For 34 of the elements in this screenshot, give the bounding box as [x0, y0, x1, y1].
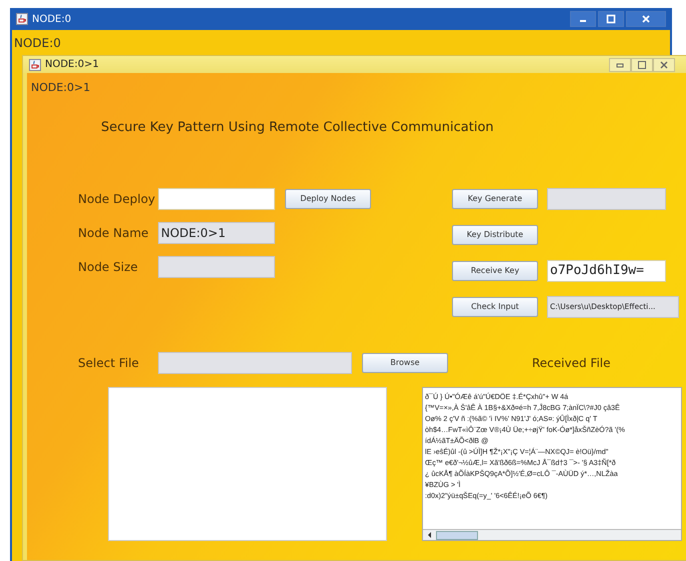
- received-text-area[interactable]: [422, 387, 682, 541]
- heading: Secure Key Pattern Using Remote Collective Communication: [100, 119, 495, 135]
- scrollbar-thumb[interactable]: [436, 530, 478, 540]
- browse-button[interactable]: Browse: [362, 352, 448, 372]
- deploy-button[interactable]: Deploy Nodes: [285, 188, 371, 208]
- action-button[interactable]: Receive Key: [452, 260, 538, 280]
- minimize-button[interactable]: [570, 11, 596, 27]
- close-icon: [659, 60, 669, 70]
- close-icon: [641, 14, 651, 24]
- maximize-button[interactable]: [598, 11, 624, 27]
- text-field[interactable]: [158, 188, 275, 210]
- left-arrow-icon: [426, 531, 434, 539]
- node-label: NODE:0: [13, 35, 62, 52]
- close-button[interactable]: [626, 11, 666, 27]
- maximize-icon: [606, 14, 616, 24]
- minimize-button[interactable]: [609, 58, 631, 72]
- node-label: NODE:0>1: [30, 80, 92, 94]
- action-button[interactable]: Key Generate: [452, 188, 538, 208]
- cup-icon: [16, 13, 28, 25]
- field-label: Select File: [78, 356, 140, 370]
- action-button[interactable]: Check Input: [452, 296, 538, 316]
- text-field[interactable]: o7PoJd6hI9w=: [547, 260, 666, 282]
- cup-icon: [29, 58, 41, 70]
- window-title: NODE:0>1: [45, 59, 99, 70]
- section-label: Received File: [532, 356, 612, 370]
- close-button[interactable]: [653, 58, 675, 72]
- maximize-button[interactable]: [631, 58, 653, 72]
- maximize-icon: [637, 60, 647, 70]
- field-label: Node Size: [78, 260, 139, 274]
- field-label: Node Deploy: [78, 192, 156, 206]
- horizontal-scrollbar[interactable]: [423, 529, 681, 540]
- window-title: NODE:0: [32, 14, 72, 24]
- field-label: Node Name: [78, 226, 150, 240]
- action-button[interactable]: Key Distribute: [452, 224, 538, 244]
